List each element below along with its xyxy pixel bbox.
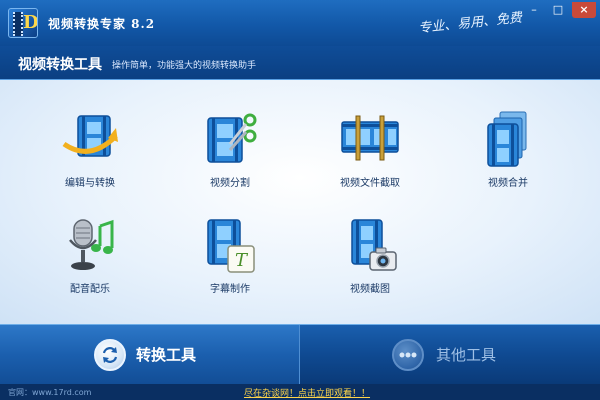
tool-dubbing-music[interactable]: 配音配乐 (30, 216, 150, 312)
app-title: 视频转换专家 8.2 (48, 17, 156, 31)
tool-label: 视频分割 (210, 178, 250, 189)
tool-label: 配音配乐 (70, 284, 110, 295)
convert-tools-label: 转换工具 (136, 346, 197, 364)
tool-subtitle[interactable]: T 字幕制作 (170, 216, 290, 312)
film-subtitle-icon: T (207, 219, 255, 273)
tools-panel: 编辑与转换 视频分割 视频文件截取 视频合并 配音配乐 T 字幕制作 视频截图 (0, 80, 600, 324)
bottom-tab-bar: 转换工具 其他工具 (0, 324, 600, 385)
section-subtitle: 操作简单，功能强大的视频转换助手 (112, 61, 257, 71)
tool-split[interactable]: 视频分割 (170, 110, 290, 206)
tool-label: 视频文件截取 (340, 178, 400, 189)
close-button[interactable]: × (572, 2, 596, 18)
film-stack-icon (487, 111, 527, 167)
section-header: 视频转换工具 操作简单，功能强大的视频转换助手 (0, 46, 600, 80)
tool-screenshot[interactable]: 视频截图 (310, 216, 430, 312)
app-logo-icon: D (8, 8, 38, 38)
film-camera-icon (351, 219, 397, 271)
section-title: 视频转换工具 (18, 57, 102, 73)
convert-tools-tab[interactable]: 转换工具 (0, 325, 300, 385)
other-tools-tab[interactable]: 其他工具 (300, 325, 600, 385)
svg-text:T: T (235, 250, 249, 271)
maximize-button[interactable]: □ (548, 2, 568, 18)
website-text: 官网：www.17rd.com (8, 388, 92, 397)
tool-merge[interactable]: 视频合并 (448, 110, 568, 206)
tool-label: 视频截图 (350, 284, 390, 295)
film-scissors-icon (207, 113, 257, 163)
title-bar: D 视频转换专家 8.2 专业、易用、免费 – □ × (0, 0, 600, 46)
tool-label: 字幕制作 (210, 284, 250, 295)
microphone-music-icon (69, 219, 114, 270)
other-tools-label: 其他工具 (436, 346, 497, 364)
tool-label: 编辑与转换 (65, 178, 115, 189)
slogan: 专业、易用、免费 (417, 10, 523, 37)
film-strip-clip-icon (341, 115, 399, 161)
minimize-button[interactable]: – (524, 2, 544, 18)
tool-label: 视频合并 (488, 178, 528, 189)
promo-link[interactable]: 尽在杂谈网！点击立即观看！！ (244, 386, 370, 399)
status-bar: 官网：www.17rd.com 尽在杂谈网！点击立即观看！！ (0, 384, 600, 400)
more-dots-icon (392, 339, 424, 371)
film-arrow-icon (62, 115, 118, 157)
refresh-icon (94, 339, 126, 371)
tool-edit-convert[interactable]: 编辑与转换 (30, 110, 150, 206)
tool-clip[interactable]: 视频文件截取 (310, 110, 430, 206)
